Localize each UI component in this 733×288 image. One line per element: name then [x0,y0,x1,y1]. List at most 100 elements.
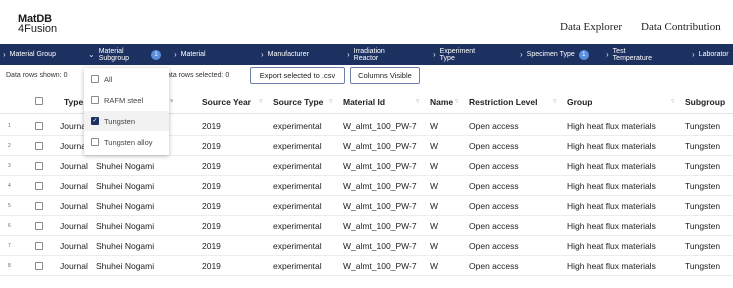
row-checkbox[interactable] [35,222,43,230]
chevron-right-icon: › [606,50,609,59]
option-checkbox[interactable] [91,138,99,146]
cell-source-type: experimental [273,181,322,191]
row-checkbox[interactable] [35,182,43,190]
chevron-right-icon: › [692,50,695,59]
chevron-right-icon: › [174,50,177,59]
cell-material-id: W_almt_100_PW-7 [343,221,417,231]
row-checkbox[interactable] [35,162,43,170]
matdb-logo[interactable]: MatDB 4Fusion [18,14,57,35]
table-row[interactable]: 7 Journal Shuhei Nogami 2019 experimental W_a… [0,236,733,256]
select-all-checkbox[interactable] [35,97,43,105]
row-checkbox[interactable] [35,262,43,270]
row-checkbox[interactable] [35,202,43,210]
cell-name: W [430,141,439,151]
table-row[interactable]: 3 Journal Shuhei Nogami 2019 experimental W_a… [0,156,733,176]
cell-type: Journal [60,181,88,191]
filter-test-temperature[interactable]: › Test Temperature [606,44,652,65]
cell-source-year: 2019 [202,221,221,231]
chevron-down-icon: ⌄ [88,50,95,59]
column-header-source-year[interactable]: Source Year [202,97,251,107]
nav-data-explorer[interactable]: Data Explorer [560,21,622,33]
column-header-group[interactable]: Group [567,97,593,107]
cell-name: W [430,161,439,171]
column-header-name[interactable]: Name [430,97,453,107]
column-header-subgroup[interactable]: Subgroup [685,97,725,107]
filter-material[interactable]: › Material [174,44,206,65]
cell-material-id: W_almt_100_PW-7 [343,181,417,191]
filter-count-badge: 1 [151,49,162,60]
cell-group: High heat flux materials [567,221,656,231]
filter-label: Manufacturer [267,51,309,58]
cell-author: Shuhei Nogami [96,161,155,171]
cell-type: Journal [60,261,88,271]
filter-count-badge: 1 [578,49,589,60]
option-all[interactable]: All [84,69,169,89]
row-checkbox[interactable] [35,142,43,150]
cell-subgroup: Tungsten [685,261,721,271]
filter-material-group[interactable]: › Material Group [3,44,56,65]
cell-subgroup: Tungsten [685,241,721,251]
column-header-type[interactable]: Type [64,97,83,107]
column-header-material-id[interactable]: Material Id [343,97,385,107]
option-rafm-steel[interactable]: RAFM steel [84,90,169,110]
filter-icon[interactable]: ▾ [170,97,174,105]
cell-source-year: 2019 [202,181,221,191]
cell-type: Journal [60,221,88,231]
cell-source-year: 2019 [202,121,221,131]
cell-material-id: W_almt_100_PW-7 [343,161,417,171]
option-label: RAFM steel [104,95,144,105]
row-checkbox[interactable] [35,122,43,130]
cell-name: W [430,121,439,131]
column-header-source-type[interactable]: Source Type [273,97,323,107]
option-tungsten[interactable]: ✓ Tungsten [84,111,169,131]
cell-type: Journal [60,201,88,211]
checkmark-icon[interactable]: ✓ [91,117,99,125]
filter-icon[interactable]: ▿ [553,97,557,105]
row-number: 1 [8,123,11,129]
filter-material-subgroup[interactable]: ⌄ Material Subgroup 1 [88,44,162,65]
column-header-restriction-level[interactable]: Restriction Level [469,97,538,107]
table-row[interactable]: 8 Journal Shuhei Nogami 2019 experimental W_a… [0,256,733,276]
cell-subgroup: Tungsten [685,161,721,171]
cell-material-id: W_almt_100_PW-7 [343,201,417,211]
filter-experiment-type[interactable]: › Experiment Type [433,44,475,65]
table-row[interactable]: 5 Journal Shuhei Nogami 2019 experimental W_a… [0,196,733,216]
cell-author: Shuhei Nogami [96,261,155,271]
table-row[interactable]: 6 Journal Shuhei Nogami 2019 experimental W_a… [0,216,733,236]
chevron-right-icon: › [3,50,6,59]
filter-specimen-type[interactable]: › Specimen Type 1 [520,44,589,65]
cell-author: Shuhei Nogami [96,181,155,191]
cell-author: Shuhei Nogami [96,201,155,211]
cell-source-type: experimental [273,241,322,251]
filter-label: Test Temperature [612,47,652,62]
cell-group: High heat flux materials [567,261,656,271]
filter-icon[interactable]: ▿ [671,97,675,105]
filter-irradiation-reactor[interactable]: › Irradiation Reactor [347,44,385,65]
columns-visible-button[interactable]: Columns Visible [350,67,420,84]
cell-group: High heat flux materials [567,181,656,191]
nav-data-contribution[interactable]: Data Contribution [641,21,721,33]
filter-icon[interactable]: ▿ [416,97,420,105]
option-tungsten-alloy[interactable]: Tungsten alloy [84,132,169,152]
option-checkbox[interactable] [91,75,99,83]
filter-icon[interactable]: ▿ [455,97,459,105]
export-csv-button[interactable]: Export selected to .csv [250,67,345,84]
filter-icon[interactable]: ▿ [259,97,263,105]
cell-type: Journal [60,161,88,171]
rows-selected-text: ata rows selected: 0 [167,72,230,79]
chevron-right-icon: › [347,50,350,59]
filter-icon[interactable]: ▿ [329,97,333,105]
row-checkbox[interactable] [35,242,43,250]
row-number: 4 [8,183,11,189]
row-number: 5 [8,203,11,209]
option-label: All [104,74,113,84]
cell-subgroup: Tungsten [685,221,721,231]
option-checkbox[interactable] [91,96,99,104]
cell-source-year: 2019 [202,261,221,271]
filter-laboratory[interactable]: › Laborator [692,44,729,65]
cell-group: High heat flux materials [567,241,656,251]
table-row[interactable]: 4 Journal Shuhei Nogami 2019 experimental W_a… [0,176,733,196]
cell-author: Shuhei Nogami [96,241,155,251]
cell-source-type: experimental [273,201,322,211]
filter-manufacturer[interactable]: › Manufacturer [261,44,309,65]
